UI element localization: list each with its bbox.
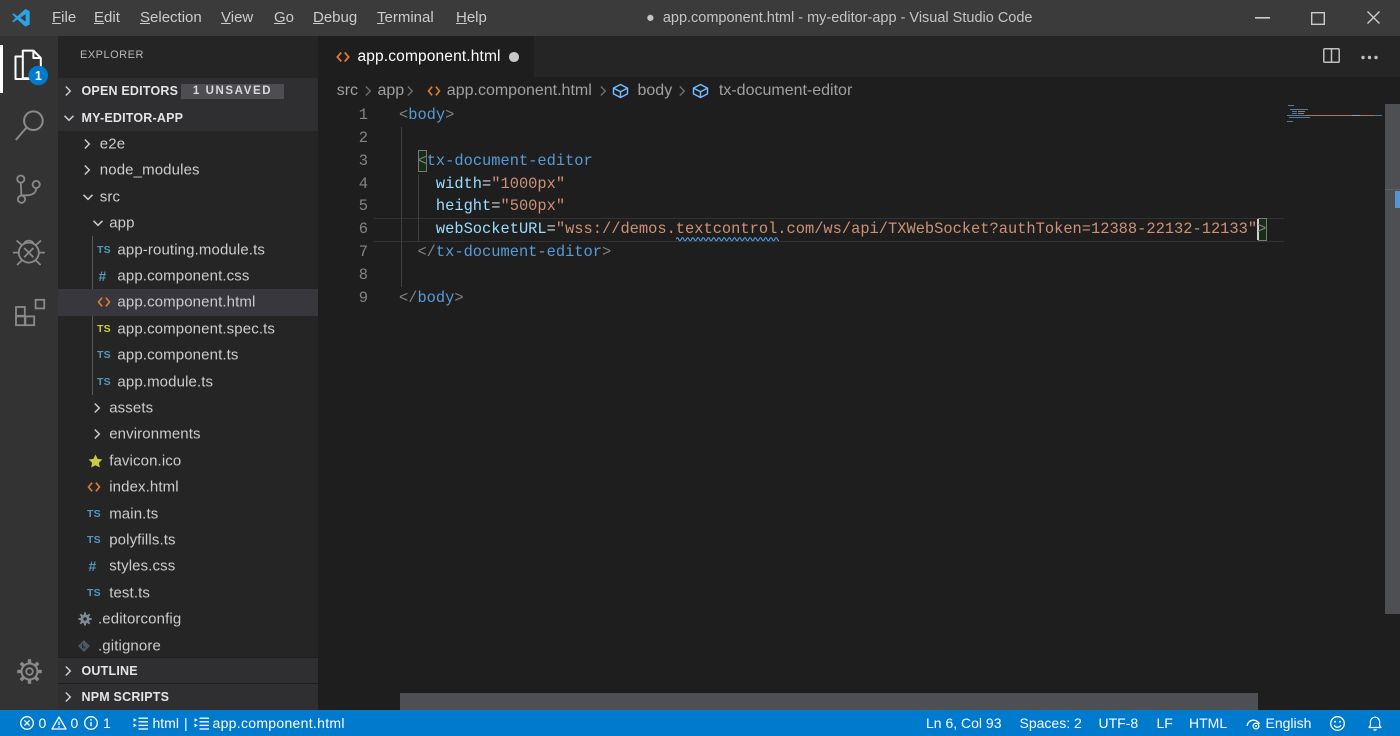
svg-text:1: 1 bbox=[35, 69, 42, 83]
